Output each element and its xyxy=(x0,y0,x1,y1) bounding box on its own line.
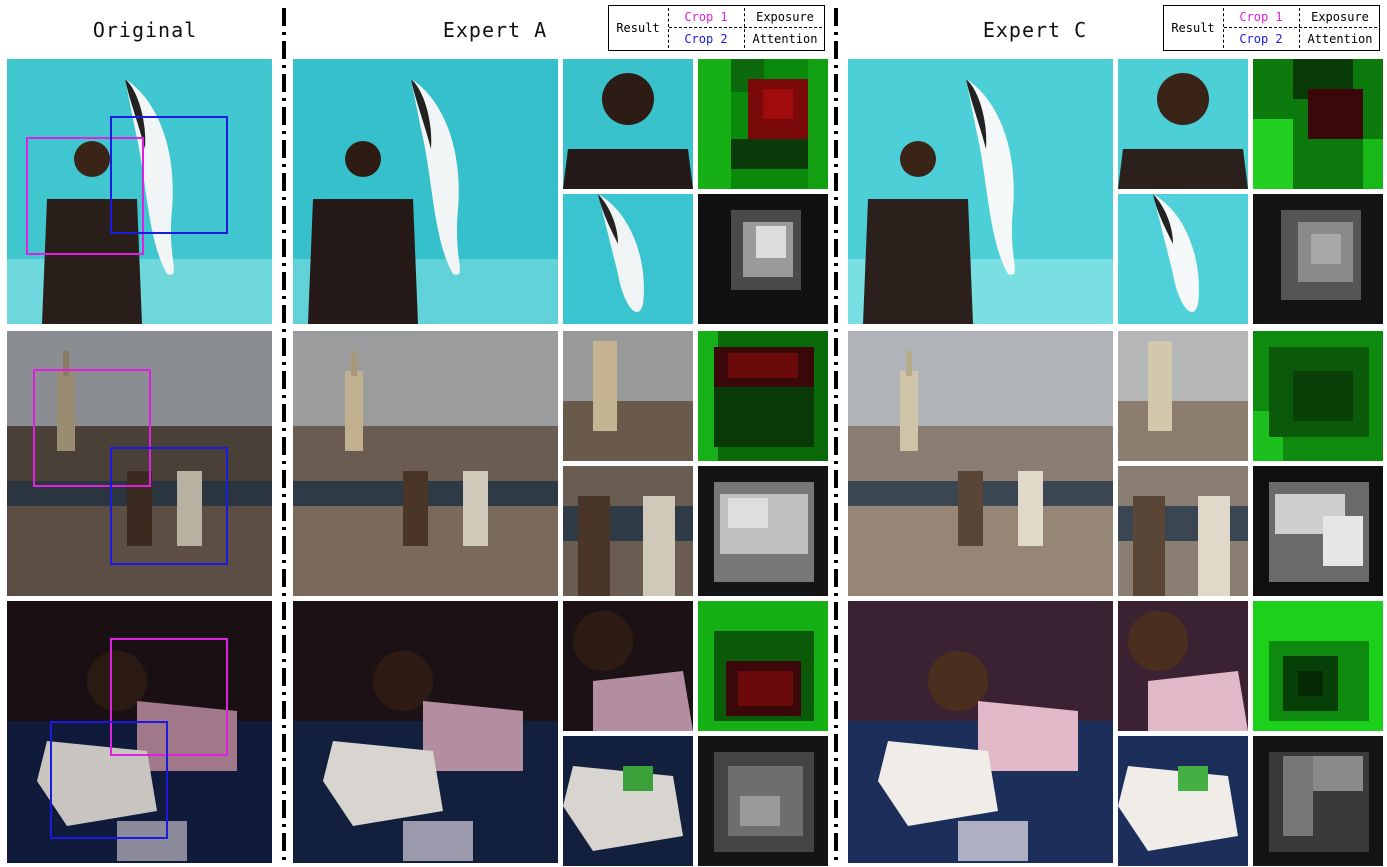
column-divider xyxy=(282,8,286,863)
crop1-expert-c-underwater xyxy=(1118,59,1248,189)
crop2-expert-a-underwater xyxy=(563,194,693,324)
attention-map-expert-c-underwater xyxy=(1253,194,1383,324)
legend-attention: Attention xyxy=(752,32,818,46)
exposure-map-expert-c-birthday xyxy=(1253,601,1383,731)
legend-exposure: Exposure xyxy=(756,10,814,24)
legend-crop1: Crop 1 xyxy=(1239,10,1283,24)
crop1-expert-a-underwater xyxy=(563,59,693,189)
exposure-map-expert-c-underwater xyxy=(1253,59,1383,189)
column-header-expert-c: Expert C xyxy=(982,18,1088,42)
legend-crop2: Crop 2 xyxy=(1239,32,1283,46)
crop2-expert-a-city xyxy=(563,466,693,596)
legend-exposure: Exposure xyxy=(1311,10,1369,24)
crop2-expert-c-underwater xyxy=(1118,194,1248,324)
attention-map-expert-c-birthday xyxy=(1253,736,1383,866)
attention-map-expert-a-underwater xyxy=(698,194,828,324)
photo-expert-c-city xyxy=(848,331,1113,596)
crop2-expert-c-city xyxy=(1118,466,1248,596)
legend-attention: Attention xyxy=(1307,32,1373,46)
column-header-expert-a: Expert A xyxy=(442,18,548,42)
legend-result: Result xyxy=(616,21,660,35)
photo-expert-c-birthday xyxy=(848,601,1113,863)
legend-expert-a: Result Crop 1 Crop 2 Exposure Attention xyxy=(608,5,825,51)
crop2-box xyxy=(110,447,228,565)
photo-expert-c-underwater xyxy=(848,59,1113,324)
crop2-box xyxy=(50,721,168,839)
crop1-expert-c-birthday xyxy=(1118,601,1248,731)
column-header-original: Original xyxy=(92,18,198,42)
photo-original-underwater xyxy=(7,59,272,324)
crop1-expert-a-birthday xyxy=(563,601,693,731)
photo-expert-a-birthday xyxy=(293,601,558,863)
crop2-expert-c-birthday xyxy=(1118,736,1248,866)
legend-result: Result xyxy=(1171,21,1215,35)
crop1-expert-c-city xyxy=(1118,331,1248,461)
attention-map-expert-c-city xyxy=(1253,466,1383,596)
crop2-expert-a-birthday xyxy=(563,736,693,866)
attention-map-expert-a-city xyxy=(698,466,828,596)
crop2-box xyxy=(110,116,228,234)
legend-crop2: Crop 2 xyxy=(684,32,728,46)
exposure-map-expert-a-birthday xyxy=(698,601,828,731)
crop1-expert-a-city xyxy=(563,331,693,461)
photo-original-birthday xyxy=(7,601,272,863)
column-divider xyxy=(834,8,838,863)
photo-original-city xyxy=(7,331,272,596)
exposure-map-expert-a-city xyxy=(698,331,828,461)
exposure-map-expert-c-city xyxy=(1253,331,1383,461)
exposure-map-expert-a-underwater xyxy=(698,59,828,189)
photo-expert-a-underwater xyxy=(293,59,558,324)
photo-expert-a-city xyxy=(293,331,558,596)
legend-crop1: Crop 1 xyxy=(684,10,728,24)
legend-expert-c: Result Crop 1 Crop 2 Exposure Attention xyxy=(1163,5,1380,51)
attention-map-expert-a-birthday xyxy=(698,736,828,866)
